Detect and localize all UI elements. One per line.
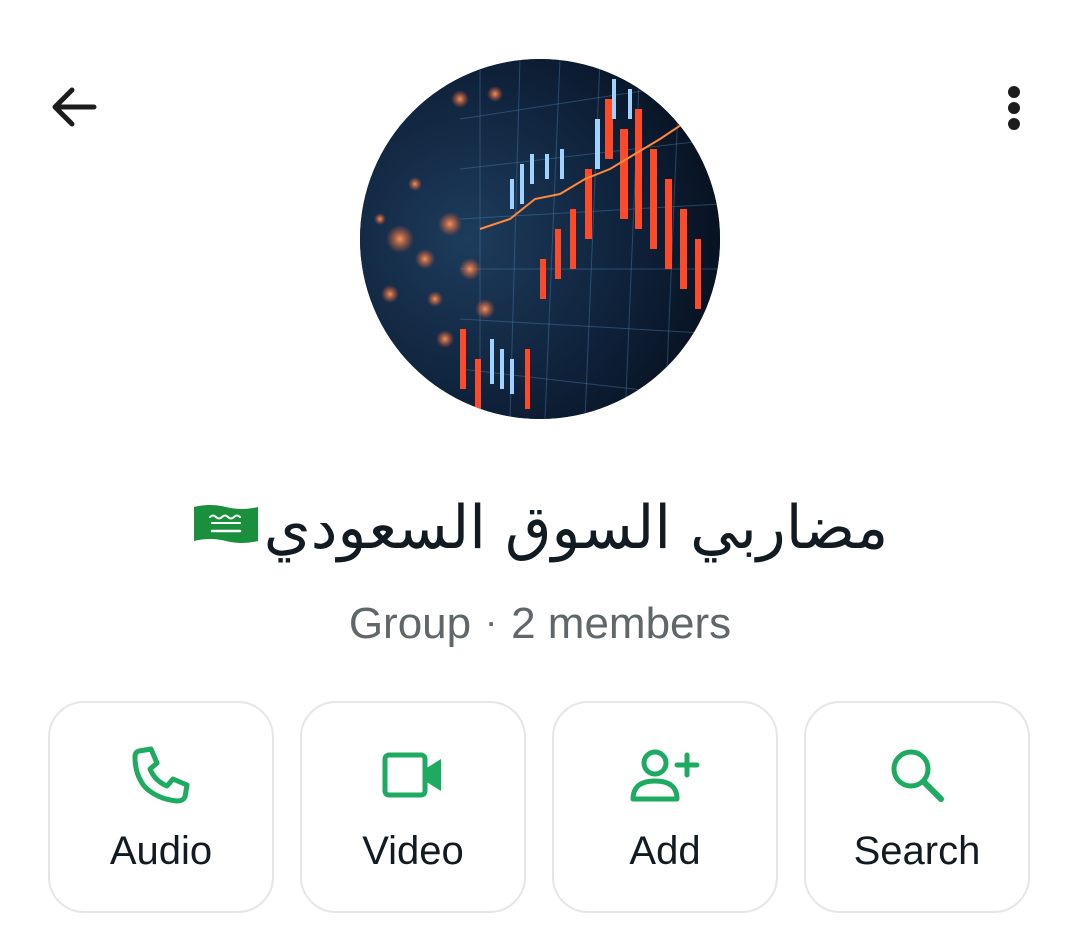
video-camera-icon bbox=[382, 752, 441, 798]
group-subtitle: Group · 2 members bbox=[0, 596, 1080, 654]
search-button-label: Search bbox=[853, 829, 981, 873]
more-options-button[interactable] bbox=[974, 67, 1054, 147]
video-call-button[interactable]: Video bbox=[300, 701, 526, 913]
action-buttons-row: Audio Video Add Search bbox=[48, 701, 1032, 913]
group-avatar[interactable] bbox=[360, 59, 720, 419]
back-button[interactable] bbox=[34, 67, 114, 147]
members-count[interactable]: 2 members bbox=[511, 599, 731, 648]
arrow-left-icon bbox=[52, 87, 97, 127]
video-button-label: Video bbox=[362, 829, 464, 873]
phone-icon bbox=[132, 746, 190, 804]
search-icon bbox=[891, 749, 944, 802]
add-button-label: Add bbox=[629, 829, 701, 873]
audio-button-label: Audio bbox=[109, 829, 213, 873]
separator-dot: · bbox=[485, 601, 498, 642]
more-vertical-icon bbox=[1008, 86, 1020, 130]
add-person-icon bbox=[630, 749, 700, 802]
group-name-text: مضاربي السوق السعودي bbox=[263, 493, 889, 563]
search-button[interactable]: Search bbox=[804, 701, 1030, 913]
audio-call-button[interactable]: Audio bbox=[48, 701, 274, 913]
group-type-label: Group bbox=[348, 599, 472, 648]
saudi-arabia-flag-icon bbox=[193, 505, 258, 543]
group-name: مضاربي السوق السعودي bbox=[0, 488, 1080, 571]
stock-chart-image bbox=[360, 59, 720, 419]
add-member-button[interactable]: Add bbox=[552, 701, 778, 913]
